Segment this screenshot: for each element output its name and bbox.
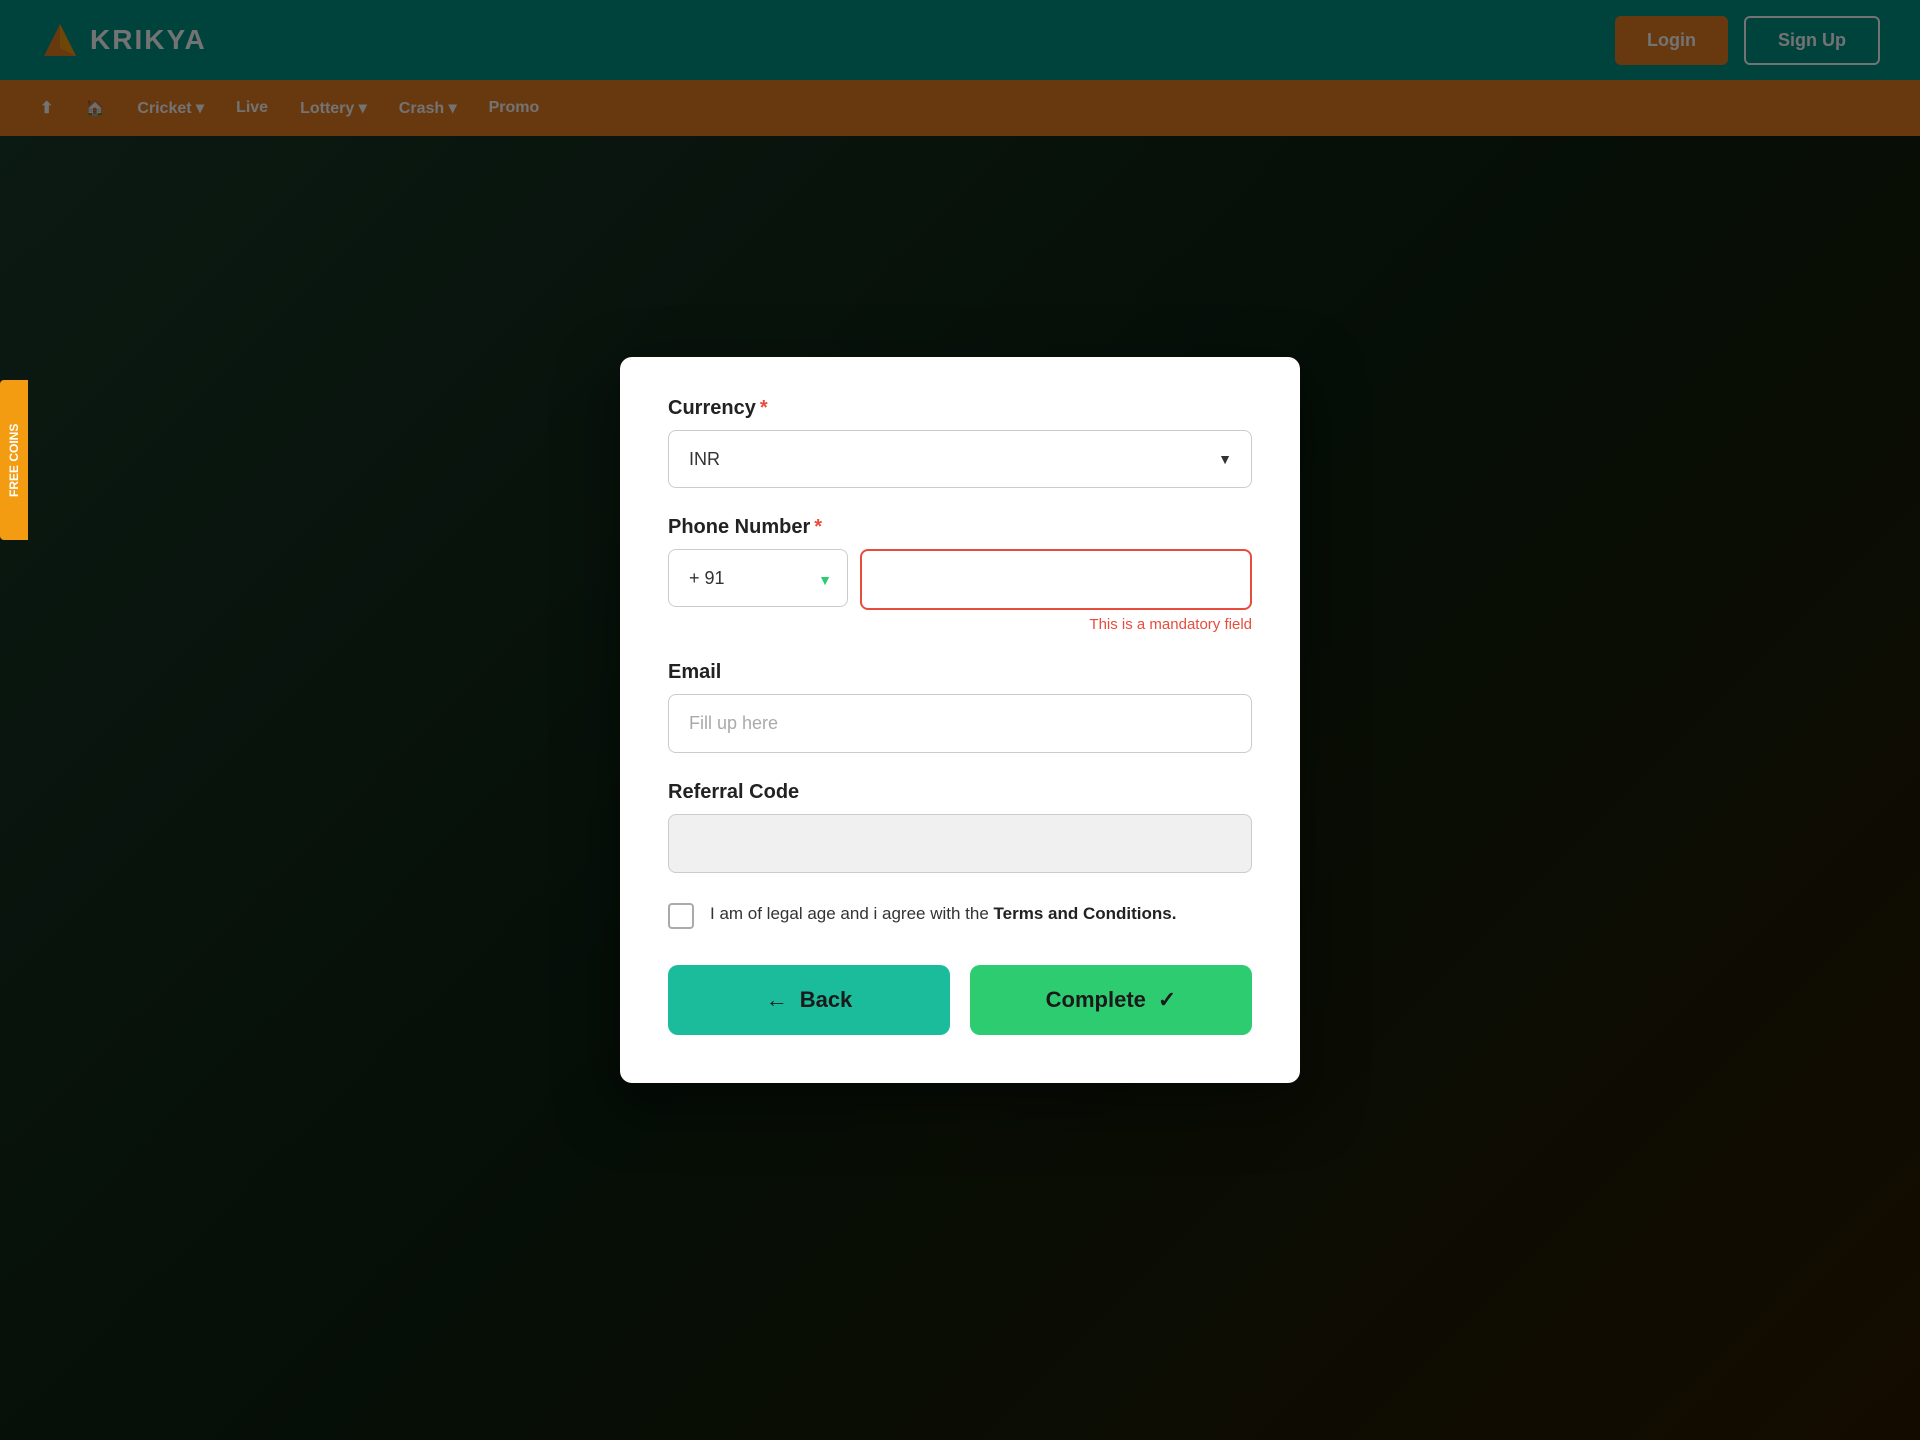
currency-label: Currency *	[668, 397, 1252, 420]
referral-section: Referral Code	[668, 781, 1252, 873]
terms-row: I am of legal age and i agree with the T…	[668, 901, 1252, 929]
back-label: Back	[800, 987, 853, 1013]
registration-modal: Currency * INR USD BDT ▼ Phone Number *	[620, 357, 1300, 1083]
terms-checkbox[interactable]	[668, 903, 694, 929]
complete-label: Complete	[1046, 987, 1146, 1013]
phone-number-input[interactable]	[860, 549, 1252, 610]
phone-required-star: *	[814, 516, 822, 539]
country-code-select[interactable]: + 91 + 1 + 44 + 880	[668, 549, 848, 607]
complete-check-icon: ✓	[1158, 987, 1176, 1013]
currency-required-star: *	[760, 397, 768, 420]
back-arrow-icon: ←	[766, 987, 788, 1013]
phone-label: Phone Number *	[668, 516, 1252, 539]
back-button[interactable]: ← Back	[668, 965, 950, 1035]
email-section: Email	[668, 661, 1252, 753]
currency-section: Currency * INR USD BDT ▼	[668, 397, 1252, 488]
terms-text: I am of legal age and i agree with the T…	[710, 901, 1176, 927]
referral-label: Referral Code	[668, 781, 1252, 804]
country-code-wrapper: + 91 + 1 + 44 + 880 ▼	[668, 549, 848, 610]
modal-buttons: ← Back Complete ✓	[668, 965, 1252, 1035]
email-label: Email	[668, 661, 1252, 684]
currency-select[interactable]: INR USD BDT	[668, 430, 1252, 488]
referral-code-input[interactable]	[668, 814, 1252, 873]
complete-button[interactable]: Complete ✓	[970, 965, 1252, 1035]
mandatory-field-error: This is a mandatory field	[668, 616, 1252, 633]
terms-link[interactable]: Terms and Conditions.	[994, 904, 1177, 923]
phone-section: Phone Number * + 91 + 1 + 44 + 880 ▼ Thi…	[668, 516, 1252, 633]
phone-row: + 91 + 1 + 44 + 880 ▼	[668, 549, 1252, 610]
currency-select-wrapper: INR USD BDT ▼	[668, 430, 1252, 488]
modal-backdrop: Currency * INR USD BDT ▼ Phone Number *	[0, 0, 1920, 1440]
email-input[interactable]	[668, 694, 1252, 753]
